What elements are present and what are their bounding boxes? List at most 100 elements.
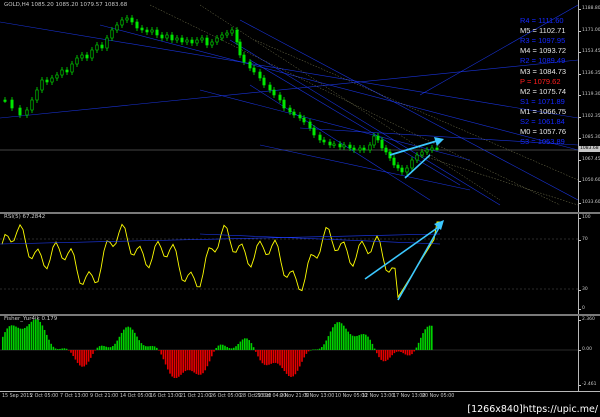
fisher-panel[interactable]: Fisher_Yur4ik 0.179 xyxy=(0,316,578,391)
fisher-bar xyxy=(398,350,400,352)
fisher-bar xyxy=(362,334,365,350)
fisher-bar xyxy=(94,350,96,351)
fisher-bar xyxy=(68,350,70,351)
candle xyxy=(215,37,219,43)
fisher-bar xyxy=(17,327,19,350)
fisher-bar xyxy=(173,350,176,378)
fisher-bar xyxy=(123,329,125,350)
candle xyxy=(352,147,356,151)
fisher-bar xyxy=(261,350,264,364)
date-tick-label: 20 Nov 05:00 xyxy=(422,394,455,399)
fisher-bar xyxy=(43,329,46,350)
fisher-bar xyxy=(2,336,4,350)
fisher-bar xyxy=(321,347,323,350)
date-tick-label: 15 Sep 2015 xyxy=(2,394,33,399)
fisher-bar xyxy=(387,350,389,360)
fisher-bar xyxy=(402,350,404,354)
fisher-bar xyxy=(195,350,198,374)
candle xyxy=(392,157,396,166)
trend-line xyxy=(229,39,501,206)
fisher-bar xyxy=(314,349,316,350)
pivot-level-label: M5 = 1102.71 xyxy=(520,26,566,36)
fisher-bar xyxy=(125,327,127,350)
candle xyxy=(272,89,276,96)
rsi-line xyxy=(1,221,440,299)
candle xyxy=(120,19,124,26)
fisher-chart[interactable] xyxy=(0,316,578,391)
price-tick-label: 1188.80 xyxy=(579,6,600,11)
fisher-bar xyxy=(151,345,154,350)
candle xyxy=(230,29,234,34)
fisher-bar xyxy=(186,350,189,371)
fisher-bar xyxy=(409,350,411,356)
fisher-bar xyxy=(373,348,376,350)
fisher-bar xyxy=(107,347,110,350)
fisher-bar xyxy=(420,337,422,350)
fisher-bar xyxy=(347,331,349,350)
pivot-level-label: M4 = 1093.72 xyxy=(520,46,567,56)
candle xyxy=(175,37,179,41)
fisher-bar xyxy=(180,350,182,375)
candle xyxy=(405,167,409,173)
rsi-chart[interactable] xyxy=(0,214,578,314)
fisher-bar xyxy=(70,350,72,353)
fisher-bar xyxy=(105,346,107,350)
fisher-bar xyxy=(76,350,79,363)
fisher-bar xyxy=(200,350,202,375)
fisher-bar xyxy=(120,332,123,350)
fisher-bar xyxy=(46,334,48,350)
candle xyxy=(40,79,44,91)
candle xyxy=(75,57,79,65)
fisher-bar xyxy=(85,350,88,365)
fisher-bar xyxy=(114,343,116,350)
fisher-bar xyxy=(211,350,213,357)
candle xyxy=(10,99,14,109)
candle xyxy=(25,109,29,116)
candle xyxy=(195,39,199,44)
rsi-scale[interactable]: 100 70 30 0 xyxy=(578,214,600,314)
candle xyxy=(105,37,109,49)
fisher-bar xyxy=(109,347,112,350)
fisher-bar xyxy=(288,350,290,377)
candle xyxy=(30,99,34,111)
candle xyxy=(180,37,184,43)
fisher-bar xyxy=(241,339,244,350)
candle xyxy=(50,77,54,83)
price-chart[interactable] xyxy=(0,0,578,212)
fisher-bar xyxy=(189,350,191,371)
rsi-panel[interactable]: RSI(5) 67.2842 xyxy=(0,214,578,314)
candle xyxy=(155,29,159,36)
pivot-level-label: M1 = 1066.75 xyxy=(520,106,567,116)
fisher-bar xyxy=(160,350,162,355)
fisher-bar xyxy=(50,343,52,350)
fisher-tick-label: 0.00 xyxy=(578,347,593,352)
candle xyxy=(268,84,272,91)
fisher-scale[interactable]: 2.360 0.00 -2.461 xyxy=(578,316,600,391)
fisher-bar xyxy=(52,346,55,350)
fisher-bar xyxy=(332,327,334,350)
watermark-text: [1266x840]https://upic.me/ xyxy=(441,403,600,417)
candle xyxy=(210,41,214,46)
price-scale[interactable]: 1188.80 1171.00 1153.45 1136.35 1119.30 1102.… xyxy=(578,0,600,212)
fisher-bar xyxy=(101,345,103,350)
fisher-bar xyxy=(6,328,8,350)
candle xyxy=(90,49,94,59)
fisher-bar xyxy=(270,350,272,364)
rsi-tick-label: 30 xyxy=(579,287,588,292)
price-chart-panel[interactable]: GOLD,H4 1085.20 1085.20 1079.57 1083.68 … xyxy=(0,0,578,212)
candle xyxy=(308,121,312,129)
fisher-bar xyxy=(365,334,367,350)
fisher-bar xyxy=(283,350,286,372)
fisher-bar xyxy=(217,345,220,350)
fisher-bar xyxy=(233,347,235,350)
date-tick-label: 16 Oct 13:00 xyxy=(150,394,182,399)
fisher-bar xyxy=(24,327,26,350)
fisher-bar xyxy=(175,350,178,378)
fisher-bar xyxy=(28,324,30,350)
fisher-bar xyxy=(164,350,167,365)
fisher-bar xyxy=(74,350,77,360)
fisher-bar xyxy=(79,350,81,366)
fisher-bar xyxy=(32,319,35,350)
candle xyxy=(435,147,439,150)
fisher-bar xyxy=(376,350,378,354)
